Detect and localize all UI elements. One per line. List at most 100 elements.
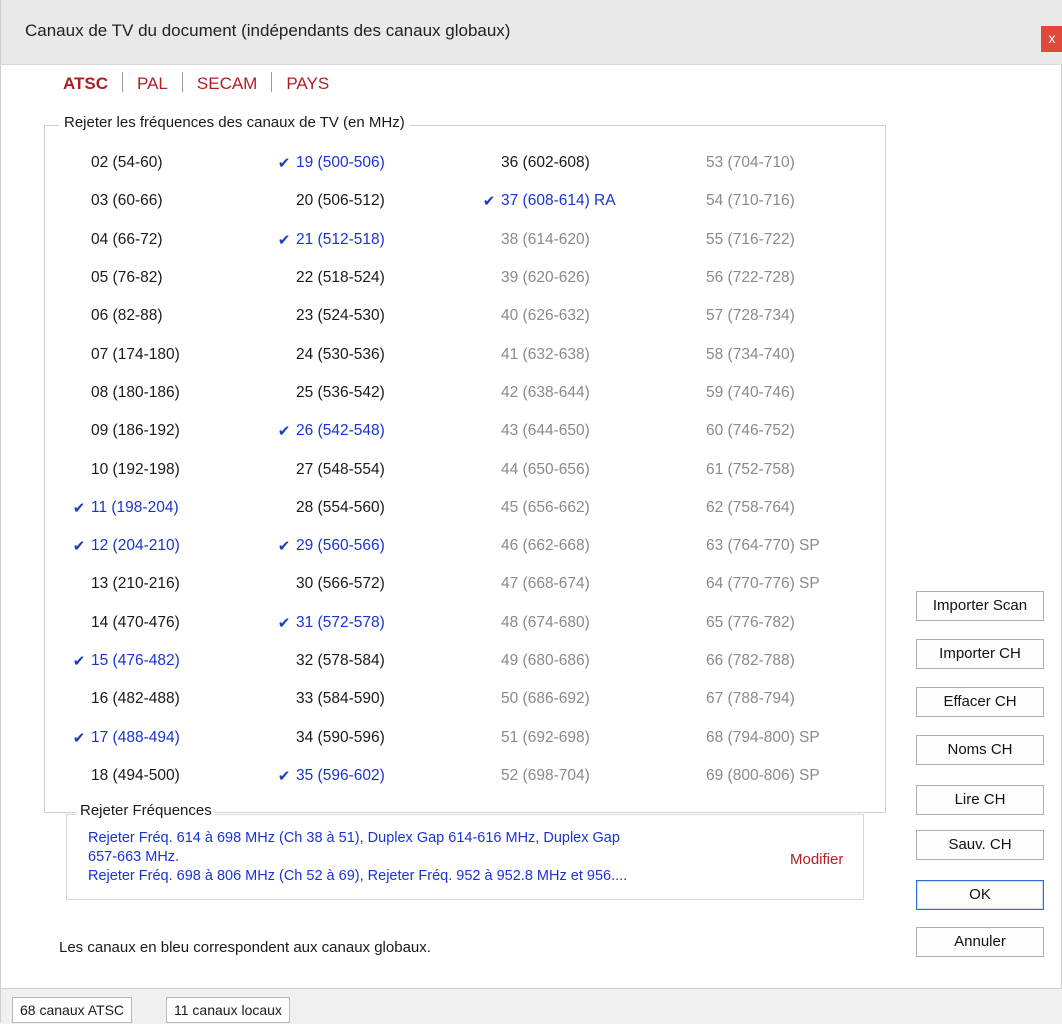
channel-item[interactable]: 49 (680-686) [477,642,682,680]
global-channels-note: Les canaux en bleu correspondent aux can… [59,939,431,956]
save-ch-button[interactable]: Sauv. CH [916,830,1044,860]
channel-item[interactable]: 68 (794-800) SP [682,718,867,756]
channel-item[interactable]: 33 (584-590) [272,680,477,718]
channel-item[interactable]: ✔ 17 (488-494) [67,718,272,756]
channel-item[interactable]: 28 (554-560) [272,489,477,527]
channel-item[interactable]: 60 (746-752) [682,412,867,450]
modify-link[interactable]: Modifier [790,851,843,868]
channel-item[interactable]: ✔ 15 (476-482) [67,642,272,680]
channel-item[interactable]: 27 (548-554) [272,450,477,488]
channel-item[interactable]: 65 (776-782) [682,604,867,642]
channel-item[interactable]: 61 (752-758) [682,450,867,488]
channel-item[interactable]: 38 (614-620) [477,221,682,259]
channel-item[interactable]: ✔ 35 (596-602) [272,757,477,795]
channel-item[interactable]: 51 (692-698) [477,718,682,756]
clear-ch-button[interactable]: Effacer CH [916,687,1044,717]
channel-item[interactable]: 59 (740-746) [682,374,867,412]
read-ch-button[interactable]: Lire CH [916,785,1044,815]
channel-item[interactable]: 44 (650-656) [477,450,682,488]
channel-label: 36 (602-608) [501,154,590,172]
channel-item[interactable]: 42 (638-644) [477,374,682,412]
channel-label: 41 (632-638) [501,345,590,363]
channel-label: 17 (488-494) [91,728,180,746]
channel-item[interactable]: 07 (174-180) [67,335,272,373]
channel-item[interactable]: 24 (530-536) [272,335,477,373]
checkmark-icon: ✔ [482,193,496,211]
channel-item[interactable]: 69 (800-806) SP [682,757,867,795]
channel-item[interactable]: 48 (674-680) [477,604,682,642]
channel-item[interactable]: ✔ 29 (560-566) [272,527,477,565]
channel-item[interactable]: 04 (66-72) [67,221,272,259]
channel-item[interactable]: ✔ 31 (572-578) [272,604,477,642]
tab-separator [181,72,183,92]
import-scan-button[interactable]: Importer Scan [916,591,1044,621]
channel-item[interactable]: 64 (770-776) SP [682,565,867,603]
channel-item[interactable]: 32 (578-584) [272,642,477,680]
channel-item[interactable]: 55 (716-722) [682,221,867,259]
channel-item[interactable]: ✔ 11 (198-204) [67,489,272,527]
channel-item[interactable]: 08 (180-186) [67,374,272,412]
channel-item[interactable]: 62 (758-764) [682,489,867,527]
channel-item[interactable]: 06 (82-88) [67,297,272,335]
channel-item[interactable]: 66 (782-788) [682,642,867,680]
channel-item[interactable]: 41 (632-638) [477,335,682,373]
channel-item[interactable]: 39 (620-626) [477,259,682,297]
channel-item[interactable]: 05 (76-82) [67,259,272,297]
channel-item[interactable]: ✔ 12 (204-210) [67,527,272,565]
channel-item[interactable]: ✔ 19 (500-506) [272,144,477,182]
close-button[interactable]: x [1041,26,1062,52]
channel-item[interactable]: 36 (602-608) [477,144,682,182]
channel-item[interactable]: 58 (734-740) [682,335,867,373]
channel-item[interactable]: 25 (536-542) [272,374,477,412]
channel-item[interactable]: 23 (524-530) [272,297,477,335]
channel-grid: 02 (54-60) 03 (60-66) 04 (66-72) 05 (76-82)… [67,144,867,804]
tab-pays[interactable]: PAYS [286,74,329,93]
channel-item[interactable]: ✔ 26 (542-548) [272,412,477,450]
names-ch-button[interactable]: Noms CH [916,735,1044,765]
channel-item[interactable]: 56 (722-728) [682,259,867,297]
channel-item[interactable]: 45 (656-662) [477,489,682,527]
checkmark-icon: ✔ [72,729,86,747]
channel-item[interactable]: 47 (668-674) [477,565,682,603]
import-ch-button[interactable]: Importer CH [916,639,1044,669]
channel-item[interactable]: 16 (482-488) [67,680,272,718]
tab-atsc[interactable]: ATSC [63,74,108,93]
channel-item[interactable]: 54 (710-716) [682,182,867,220]
channel-item[interactable]: 52 (698-704) [477,757,682,795]
tab-pal[interactable]: PAL [137,74,168,93]
channel-item[interactable]: 57 (728-734) [682,297,867,335]
channel-item[interactable]: 67 (788-794) [682,680,867,718]
channel-item[interactable]: 03 (60-66) [67,182,272,220]
checkmark-icon: ✔ [72,499,86,517]
checkmark-icon: ✔ [72,653,86,670]
dialog-window: Canaux de TV du document (indépendants d… [0,0,1062,1024]
channel-item[interactable]: 02 (54-60) [67,144,272,182]
channel-item[interactable]: 63 (764-770) SP [682,527,867,565]
channel-item[interactable]: 10 (192-198) [67,450,272,488]
channel-label: 06 (82-88) [91,307,163,325]
channel-item[interactable]: ✔ 21 (512-518) [272,221,477,259]
channel-label: 50 (686-692) [501,690,590,708]
channel-item[interactable]: 40 (626-632) [477,297,682,335]
channel-item[interactable]: 30 (566-572) [272,565,477,603]
channel-item[interactable]: 46 (662-668) [477,527,682,565]
channel-item[interactable]: 18 (494-500) [67,757,272,795]
channel-item[interactable]: 50 (686-692) [477,680,682,718]
channel-label: 35 (596-602) [296,766,385,784]
channel-label: 14 (470-476) [91,613,180,631]
cancel-button[interactable]: Annuler [916,927,1044,957]
channel-item[interactable]: 22 (518-524) [272,259,477,297]
channel-item[interactable]: 43 (644-650) [477,412,682,450]
channel-label: 67 (788-794) [706,690,795,708]
channel-label: 11 (198-204) [91,498,179,516]
channel-item[interactable]: 13 (210-216) [67,565,272,603]
channel-item[interactable]: 20 (506-512) [272,182,477,220]
channel-label: 48 (674-680) [501,613,590,631]
channel-item[interactable]: ✔ 37 (608-614) RA [477,182,682,220]
channel-item[interactable]: 53 (704-710) [682,144,867,182]
channel-item[interactable]: 14 (470-476) [67,604,272,642]
ok-button[interactable]: OK [916,880,1044,910]
channel-item[interactable]: 34 (590-596) [272,718,477,756]
tab-secam[interactable]: SECAM [197,74,257,93]
channel-item[interactable]: 09 (186-192) [67,412,272,450]
